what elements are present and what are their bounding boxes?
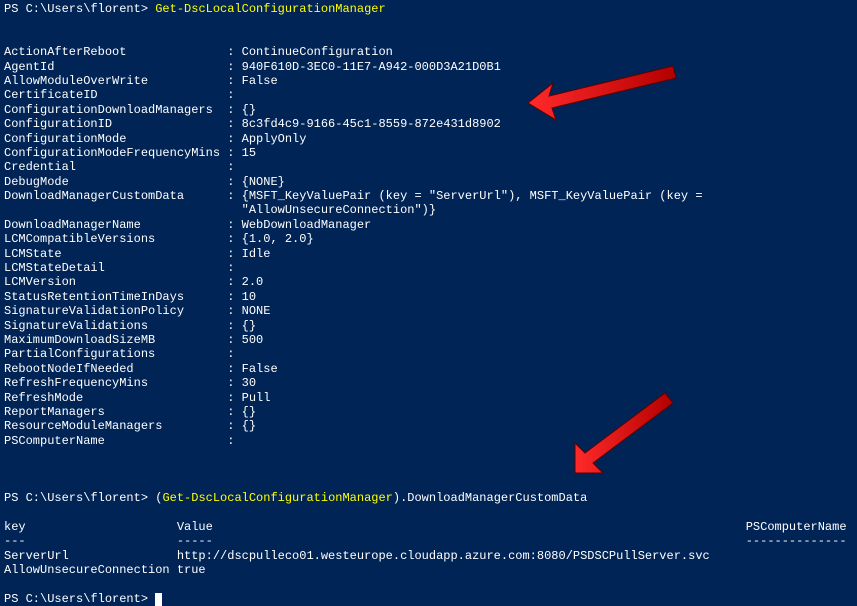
table-row: ServerUrl http://dscpulleco01.westeurope… (4, 549, 853, 563)
table-row: AllowUnsecureConnection true (4, 563, 853, 577)
config-row: PSComputerName : (4, 434, 853, 448)
cursor (155, 593, 162, 606)
prompt-line-2[interactable]: PS C:\Users\florent> (Get-DscLocalConfig… (4, 491, 853, 505)
prompt-line-3[interactable]: PS C:\Users\florent> (4, 592, 853, 606)
config-row: LCMVersion : 2.0 (4, 275, 853, 289)
config-row: RefreshFrequencyMins : 30 (4, 376, 853, 390)
blank-line (4, 578, 853, 592)
paren-close: ) (393, 491, 400, 505)
blank-line (4, 477, 853, 491)
config-row: SignatureValidations : {} (4, 319, 853, 333)
prompt-line-1[interactable]: PS C:\Users\florent> Get-DscLocalConfigu… (4, 2, 853, 16)
config-row: CertificateID : (4, 88, 853, 102)
config-row: AllowModuleOverWrite : False (4, 74, 853, 88)
config-row: DebugMode : {NONE} (4, 175, 853, 189)
config-row: DownloadManagerCustomData : {MSFT_KeyVal… (4, 189, 853, 203)
config-row: ActionAfterReboot : ContinueConfiguratio… (4, 45, 853, 59)
prompt-text: PS C:\Users\florent> (4, 2, 155, 16)
config-row: ConfigurationMode : ApplyOnly (4, 132, 853, 146)
config-row: AgentId : 940F610D-3EC0-11E7-A942-000D3A… (4, 60, 853, 74)
config-row: LCMCompatibleVersions : {1.0, 2.0} (4, 232, 853, 246)
blank-line (4, 31, 853, 45)
config-output: ActionAfterReboot : ContinueConfiguratio… (4, 45, 853, 448)
blank-line (4, 463, 853, 477)
table-header: key Value PSComputerName (4, 520, 853, 534)
config-row: ConfigurationDownloadManagers : {} (4, 103, 853, 117)
config-row: SignatureValidationPolicy : NONE (4, 304, 853, 318)
property-access: .DownloadManagerCustomData (400, 491, 587, 505)
config-row: RefreshMode : Pull (4, 391, 853, 405)
config-row: ResourceModuleManagers : {} (4, 419, 853, 433)
cmdlet-name: Get-DscLocalConfigurationManager (162, 491, 392, 505)
prompt-text: PS C:\Users\florent> (4, 491, 155, 505)
config-row: Credential : (4, 160, 853, 174)
config-row: RebootNodeIfNeeded : False (4, 362, 853, 376)
blank-line (4, 16, 853, 30)
cmdlet-name: Get-DscLocalConfigurationManager (155, 2, 385, 16)
config-row: StatusRetentionTimeInDays : 10 (4, 290, 853, 304)
config-row: PartialConfigurations : (4, 347, 853, 361)
config-row: ReportManagers : {} (4, 405, 853, 419)
prompt-text: PS C:\Users\florent> (4, 592, 155, 606)
config-row: DownloadManagerName : WebDownloadManager (4, 218, 853, 232)
config-row: LCMState : Idle (4, 247, 853, 261)
blank-line (4, 448, 853, 462)
config-row: MaximumDownloadSizeMB : 500 (4, 333, 853, 347)
config-row: ConfigurationModeFrequencyMins : 15 (4, 146, 853, 160)
config-row: LCMStateDetail : (4, 261, 853, 275)
table-divider: --- ----- -------------- (4, 534, 853, 548)
config-row: "AllowUnsecureConnection")} (4, 203, 853, 217)
config-row: ConfigurationID : 8c3fd4c9-9166-45c1-855… (4, 117, 853, 131)
